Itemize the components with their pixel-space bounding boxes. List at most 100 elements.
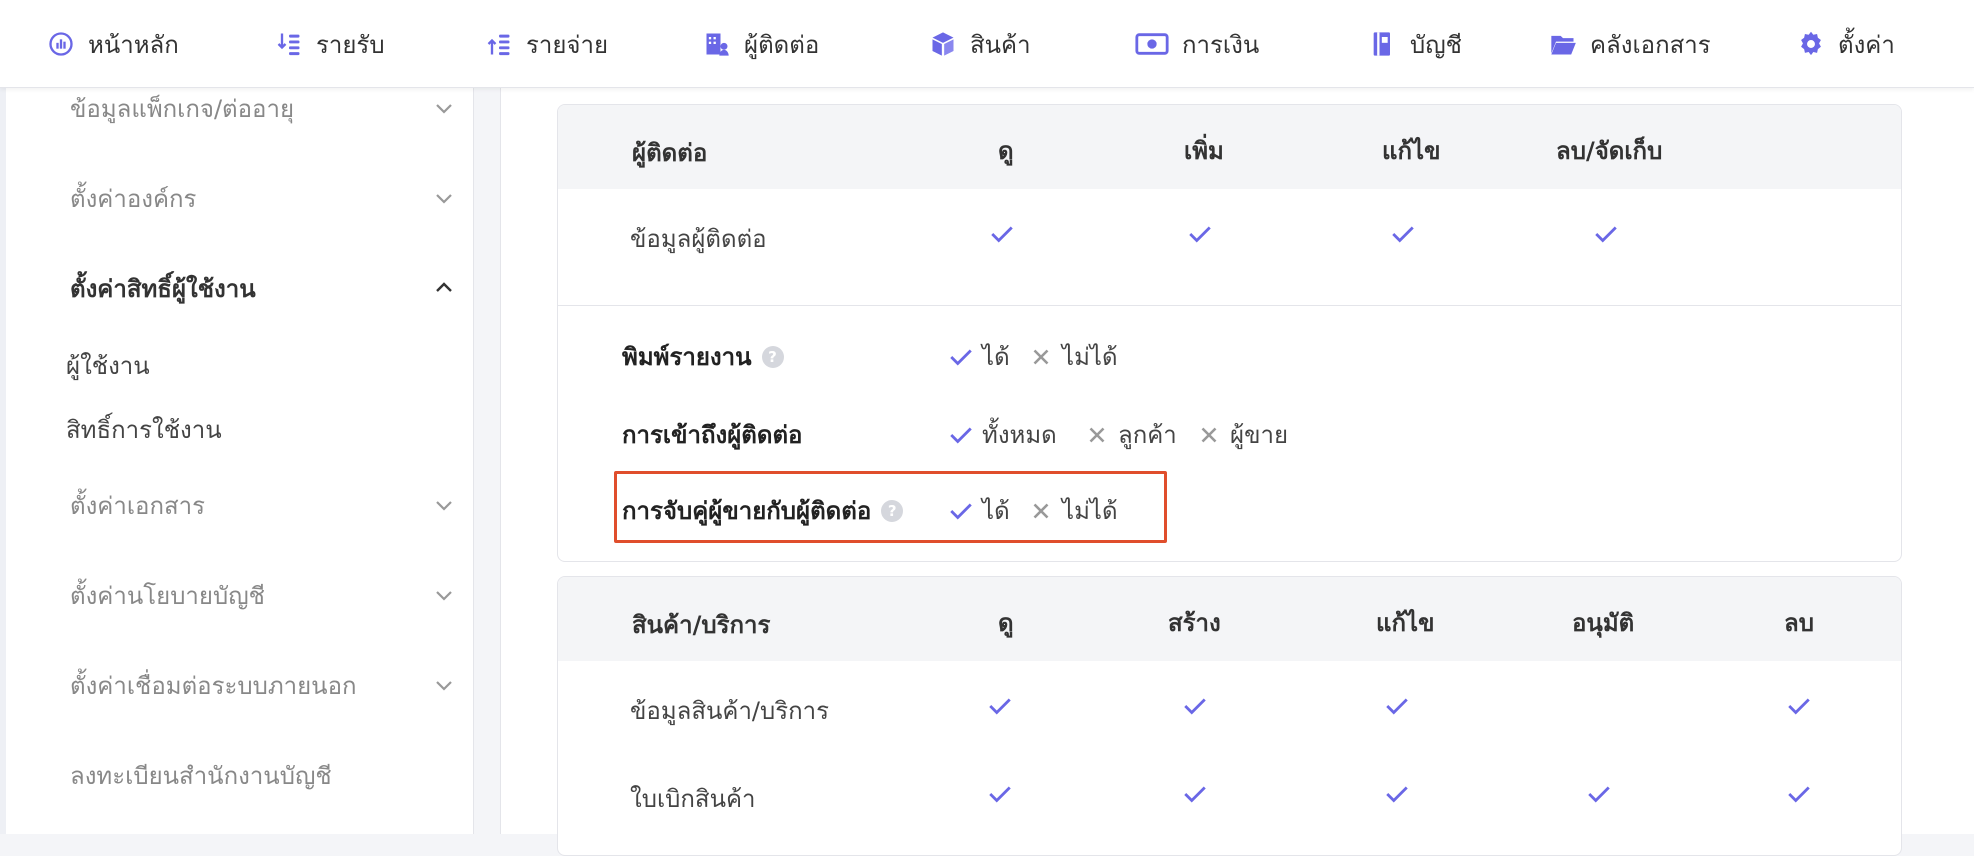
chevron-down-icon <box>436 501 452 511</box>
header-approve: อนุมัติ <box>1572 609 1635 637</box>
sidebar-section-label: ตั้งค่าเชื่อมต่อระบบภายนอก <box>70 671 357 700</box>
nav-label-accounting: บัญชี <box>1410 30 1462 59</box>
option-label: ได้ <box>982 497 1010 525</box>
close-icon <box>1089 427 1105 442</box>
nav-label-documents: คลังเอกสาร <box>1590 30 1711 59</box>
products-permission-card: สินค้า/บริการ ดู สร้าง แก้ไข อนุมัติ ลบ … <box>557 576 1902 856</box>
nav-item-settings[interactable]: ตั้งค่า <box>1796 0 1895 88</box>
header-delete-archive: ลบ/จัดเก็บ <box>1556 137 1663 165</box>
print-report-yes[interactable]: ได้ <box>948 337 1010 376</box>
row-contact-info: ข้อมูลผู้ติดต่อ <box>630 225 767 253</box>
print-report-text: พิมพ์รายงาน <box>622 343 752 371</box>
folder-icon <box>1548 29 1578 59</box>
check-icon[interactable] <box>987 781 1013 807</box>
help-icon[interactable]: ? <box>881 499 904 522</box>
nav-label-expense: รายจ่าย <box>526 30 609 59</box>
dashboard-icon <box>46 29 76 59</box>
header-contacts: ผู้ติดต่อ <box>632 139 708 167</box>
help-icon[interactable]: ? <box>761 345 784 368</box>
check-icon[interactable] <box>1586 781 1612 807</box>
sidebar-item-users[interactable]: ผู้ใช้งาน <box>66 346 150 385</box>
check-icon[interactable] <box>987 693 1013 719</box>
sidebar-section-label: ข้อมูลแพ็กเกจ/ต่ออายุ <box>70 94 295 123</box>
sidebar-section-label: ตั้งค่าองค์กร <box>70 184 197 213</box>
check-icon[interactable] <box>1384 693 1410 719</box>
nav-item-documents[interactable]: คลังเอกสาร <box>1548 0 1711 88</box>
nav-item-finance[interactable]: การเงิน <box>1134 0 1259 88</box>
nav-label-contacts: ผู้ติดต่อ <box>744 30 820 59</box>
ledger-icon <box>1368 29 1398 59</box>
nav-item-home[interactable]: หน้าหลัก <box>46 0 179 88</box>
sidebar-section-label: ตั้งค่าสิทธิ์ผู้ใช้งาน <box>70 274 256 303</box>
print-report-label: พิมพ์รายงาน ? <box>622 337 784 376</box>
sidebar-section-user-permissions[interactable]: ตั้งค่าสิทธิ์ผู้ใช้งาน <box>70 268 456 308</box>
check-icon <box>950 349 972 365</box>
header-view: ดู <box>998 609 1014 637</box>
top-navigation: หน้าหลัก รายรับ รายจ่าย ผู้ติดต่อ สินค้า… <box>0 0 1974 88</box>
income-icon <box>274 29 304 59</box>
option-label: ไม่ได้ <box>1062 497 1118 525</box>
nav-item-products[interactable]: สินค้า <box>928 0 1031 88</box>
contact-access-vendor[interactable]: ผู้ขาย <box>1196 415 1288 454</box>
check-icon <box>950 427 972 443</box>
sidebar-section-accounting-office[interactable]: ลงทะเบียนสำนักงานบัญชี <box>70 755 456 795</box>
contacts-icon <box>702 29 732 59</box>
nav-item-income[interactable]: รายรับ <box>274 0 385 88</box>
check-icon <box>950 503 972 519</box>
row-product-info: ข้อมูลสินค้า/บริการ <box>630 697 830 725</box>
nav-label-finance: การเงิน <box>1182 30 1260 59</box>
close-icon <box>1201 427 1217 442</box>
nav-item-accounting[interactable]: บัญชี <box>1368 0 1462 88</box>
contacts-permission-card: ผู้ติดต่อ ดู เพิ่ม แก้ไข ลบ/จัดเก็บ ข้อม… <box>557 104 1902 562</box>
check-icon[interactable] <box>1390 221 1416 247</box>
contact-access-text: การเข้าถึงผู้ติดต่อ <box>622 421 803 449</box>
nav-label-settings: ตั้งค่า <box>1838 30 1895 59</box>
check-icon[interactable] <box>1593 221 1619 247</box>
sidebar-section-package[interactable]: ข้อมูลแพ็กเกจ/ต่ออายุ <box>70 88 456 128</box>
money-icon <box>1134 29 1170 59</box>
sidebar-section-label: ตั้งค่านโยบายบัญชี <box>70 581 265 610</box>
nav-label-income: รายรับ <box>316 30 385 59</box>
check-icon[interactable] <box>1384 781 1410 807</box>
contact-access-all[interactable]: ทั้งหมด <box>948 415 1057 454</box>
header-edit: แก้ไข <box>1376 609 1435 637</box>
settings-sidebar: ข้อมูลแพ็กเกจ/ต่ออายุ ตั้งค่าองค์กร ตั้ง… <box>0 88 474 834</box>
option-label: ลูกค้า <box>1118 421 1177 449</box>
row-product-requisition: ใบเบิกสินค้า <box>630 785 756 813</box>
option-label: ได้ <box>982 343 1010 371</box>
contacts-table-header <box>558 105 1901 189</box>
nav-item-contacts[interactable]: ผู้ติดต่อ <box>702 0 819 88</box>
match-seller-yes[interactable]: ได้ <box>948 491 1010 530</box>
sidebar-section-accounting-policy[interactable]: ตั้งค่านโยบายบัญชี <box>70 575 456 615</box>
option-label: ผู้ขาย <box>1230 421 1289 449</box>
chevron-down-icon <box>436 681 452 691</box>
check-icon[interactable] <box>1187 221 1213 247</box>
sidebar-item-permissions[interactable]: สิทธิ์การใช้งาน <box>66 410 222 449</box>
box-icon <box>928 29 958 59</box>
expense-icon <box>484 29 514 59</box>
sidebar-section-documents[interactable]: ตั้งค่าเอกสาร <box>70 485 456 525</box>
contact-access-customer[interactable]: ลูกค้า <box>1084 415 1177 454</box>
check-icon[interactable] <box>1786 781 1812 807</box>
check-icon[interactable] <box>1786 693 1812 719</box>
header-add: เพิ่ม <box>1184 137 1224 165</box>
close-icon <box>1033 349 1049 364</box>
option-label: ไม่ได้ <box>1062 343 1118 371</box>
main-content: ผู้ติดต่อ ดู เพิ่ม แก้ไข ลบ/จัดเก็บ ข้อม… <box>500 88 1974 856</box>
header-delete: ลบ <box>1784 609 1814 637</box>
nav-label-products: สินค้า <box>970 30 1031 59</box>
match-seller-no[interactable]: ไม่ได้ <box>1028 491 1118 530</box>
gear-icon <box>1796 29 1826 59</box>
check-icon[interactable] <box>1182 781 1208 807</box>
divider <box>558 305 1901 306</box>
sidebar-section-integrations[interactable]: ตั้งค่าเชื่อมต่อระบบภายนอก <box>70 665 456 705</box>
header-edit: แก้ไข <box>1382 137 1441 165</box>
sidebar-section-organization[interactable]: ตั้งค่าองค์กร <box>70 178 456 218</box>
option-label: ทั้งหมด <box>982 421 1057 449</box>
check-icon[interactable] <box>1182 693 1208 719</box>
check-icon[interactable] <box>989 221 1015 247</box>
sidebar-section-label: ลงทะเบียนสำนักงานบัญชี <box>70 761 332 790</box>
print-report-no[interactable]: ไม่ได้ <box>1028 337 1118 376</box>
match-seller-text: การจับคู่ผู้ขายกับผู้ติดต่อ <box>622 497 872 525</box>
nav-item-expense[interactable]: รายจ่าย <box>484 0 608 88</box>
